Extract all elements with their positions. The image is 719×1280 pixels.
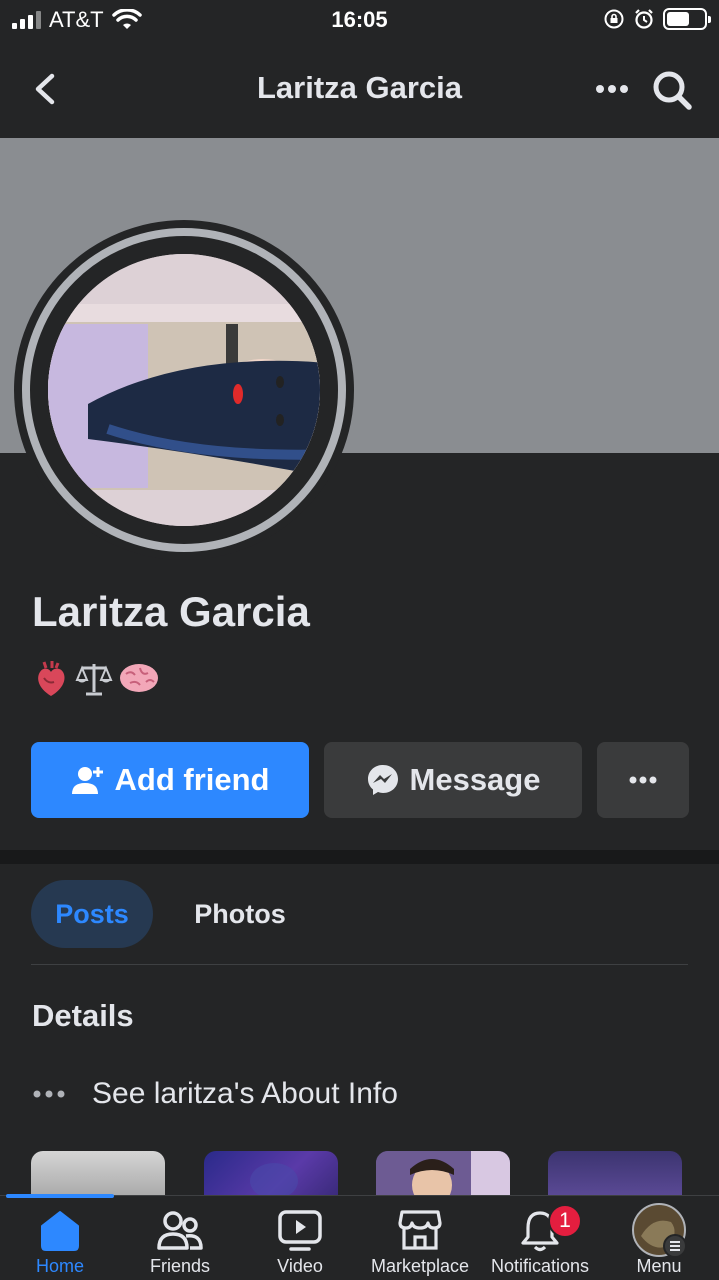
anatomical-heart-icon: [38, 661, 65, 696]
details-heading: Details: [32, 998, 134, 1033]
profile-photo-image: [48, 254, 320, 526]
tab-marketplace[interactable]: Marketplace: [360, 1196, 480, 1280]
balance-scale-icon: [75, 664, 113, 696]
tab-home[interactable]: Home: [0, 1196, 120, 1280]
status-bar: AT&T 16:05: [0, 0, 719, 40]
tab-marketplace-label: Marketplace: [370, 1256, 470, 1276]
tab-menu[interactable]: Menu: [599, 1196, 719, 1280]
messenger-icon: [367, 765, 398, 795]
friends-icon: [157, 1211, 203, 1250]
tab-divider: [31, 964, 688, 965]
add-friend-button[interactable]: Add friend: [31, 742, 309, 818]
profile-name: Laritza Garcia: [32, 588, 310, 635]
orientation-lock-icon: [604, 9, 624, 29]
tab-video-label: Video: [277, 1256, 323, 1276]
profile-bio: [32, 658, 160, 698]
more-options-button[interactable]: [597, 742, 689, 818]
tab-posts[interactable]: Posts: [31, 880, 153, 948]
tab-photos[interactable]: Photos: [176, 880, 304, 948]
add-person-icon: [71, 767, 103, 794]
more-dots-icon: [33, 1090, 65, 1098]
menu-avatar-icon: [632, 1203, 687, 1258]
status-bar-right: [603, 8, 711, 30]
photo-thumbnail[interactable]: [376, 1151, 510, 1197]
photo-thumbnail[interactable]: [31, 1151, 165, 1197]
marketplace-icon: [398, 1210, 442, 1250]
battery-icon: [663, 8, 711, 30]
brain-icon: [120, 664, 158, 692]
about-info-link[interactable]: See laritza's About Info: [32, 1072, 398, 1116]
section-divider: [0, 850, 719, 864]
about-info-label: See laritza's About Info: [92, 1077, 398, 1110]
tab-friends-label: Friends: [149, 1256, 211, 1276]
tab-video[interactable]: Video: [240, 1196, 360, 1280]
profile-picture-ring: [22, 228, 346, 552]
message-label: Message: [409, 762, 541, 797]
notification-badge: 1: [548, 1204, 582, 1238]
tab-notifications[interactable]: 1 Notifications: [480, 1196, 600, 1280]
more-dots-icon[interactable]: [592, 72, 632, 106]
message-button[interactable]: Message: [324, 742, 582, 818]
photo-thumbnail[interactable]: [548, 1151, 682, 1197]
add-friend-label: Add friend: [114, 762, 270, 797]
photo-thumbnail[interactable]: [204, 1151, 338, 1197]
profile-header-bar: Laritza Garcia: [0, 40, 719, 138]
tab-friends[interactable]: Friends: [120, 1196, 240, 1280]
bottom-tab-bar: Home Friends Video Marketplace 1 Notific…: [0, 1194, 719, 1280]
alarm-icon: [635, 9, 653, 29]
home-icon: [41, 1211, 79, 1251]
video-icon: [278, 1210, 322, 1251]
profile-picture[interactable]: [14, 220, 354, 560]
more-dots-icon: [629, 776, 657, 784]
search-icon[interactable]: [650, 68, 694, 112]
tab-menu-label: Menu: [636, 1256, 682, 1276]
